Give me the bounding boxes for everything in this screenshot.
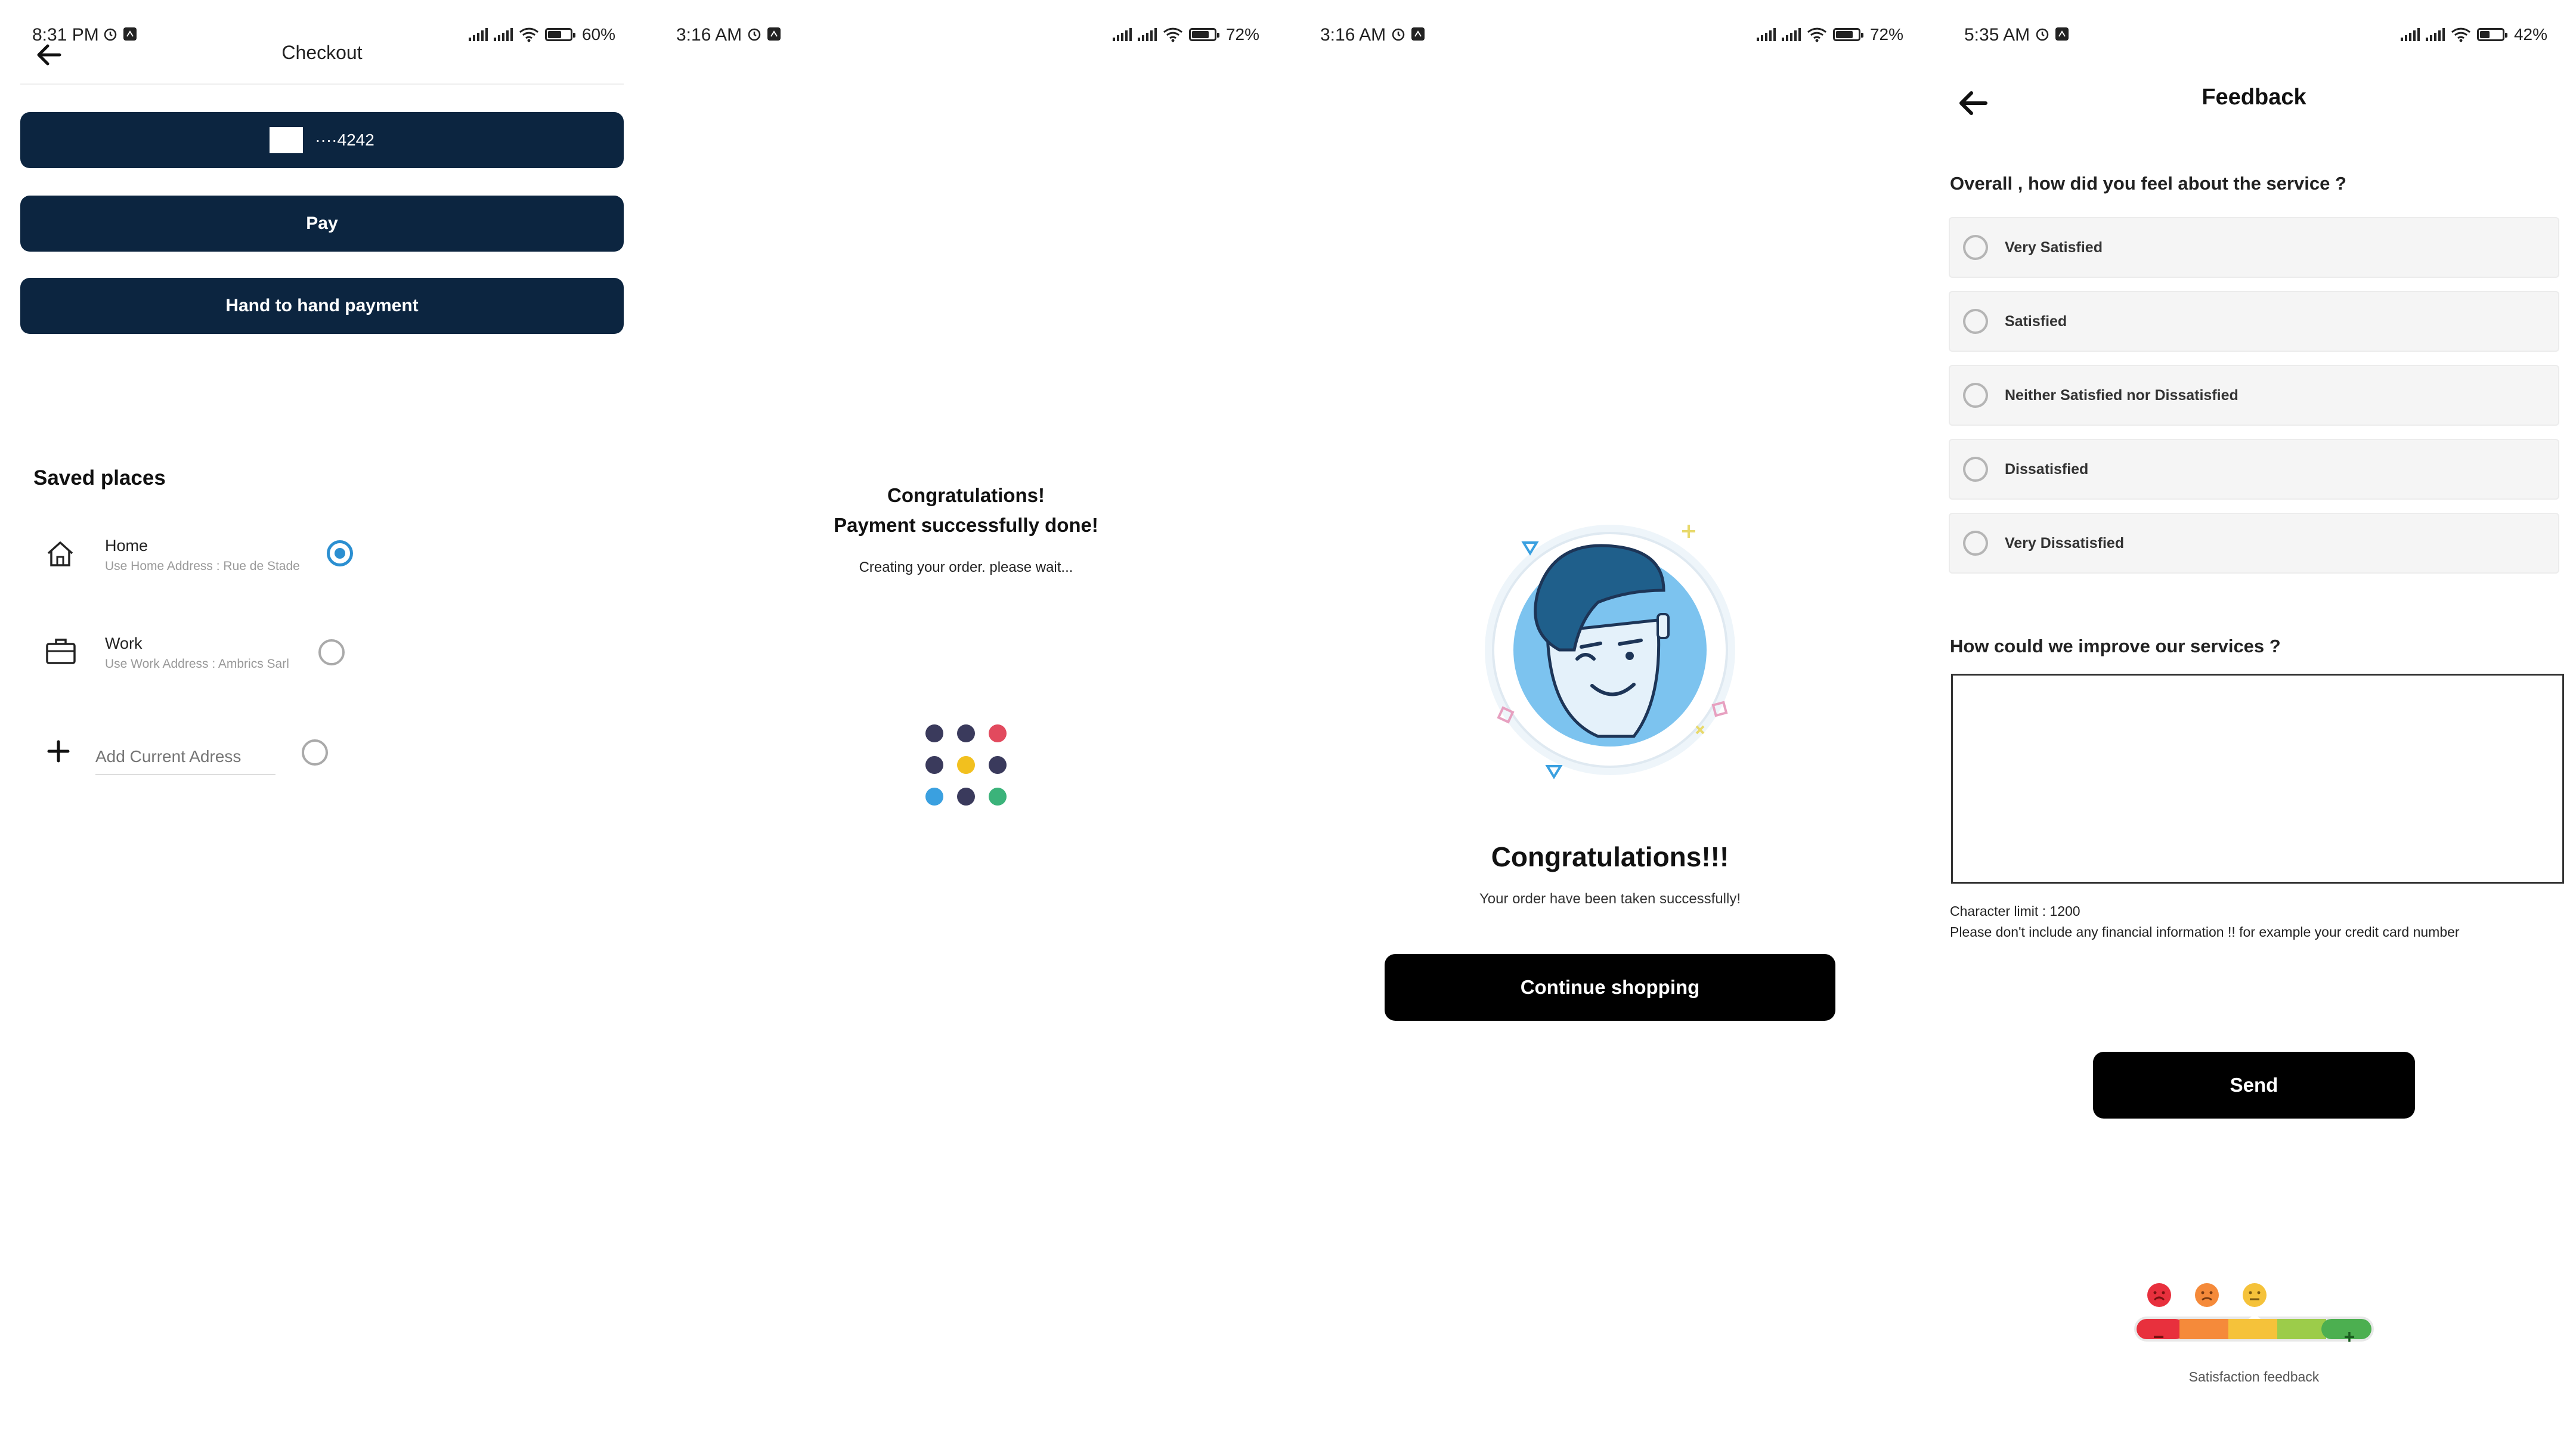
payment-processing-screen: 3:16 AM 72% Congratulations! Payment suc… (644, 0, 1288, 1431)
app-notification-icon (767, 27, 781, 41)
option-radio[interactable] (1963, 383, 1988, 408)
character-limit: Character limit : 1200 (1950, 903, 2080, 919)
continue-shopping-button[interactable]: Continue shopping (1385, 954, 1835, 1021)
checkout-screen: 8:31 PM 60% Checkout ····4242 Pay Hand t… (0, 0, 644, 1431)
plus-icon[interactable] (47, 739, 70, 763)
pay-button[interactable]: Pay (20, 196, 624, 252)
battery-icon (2476, 28, 2507, 41)
wifi-icon (2451, 27, 2470, 42)
improvement-textarea[interactable] (1951, 674, 2564, 884)
saved-places-title: Saved places (33, 466, 166, 490)
option-label: Neither Satisfied nor Dissatisfied (2005, 386, 2238, 404)
alarm-icon (2036, 28, 2049, 41)
processing-subtitle: Creating your order. please wait... (859, 559, 1073, 575)
option-radio[interactable] (1963, 235, 1988, 260)
battery-percent: 72% (1225, 25, 1259, 44)
option-label: Satisfied (2005, 312, 2067, 330)
signal-icon (1112, 28, 1132, 41)
app-notification-icon (1411, 27, 1425, 41)
place-name: Work (105, 634, 143, 652)
signal-icon (468, 28, 488, 41)
alarm-icon (104, 28, 117, 41)
page-title: Checkout (281, 42, 363, 63)
meter-minus-icon: − (2153, 1326, 2165, 1348)
option-label: Dissatisfied (2005, 460, 2089, 478)
header-divider (20, 83, 624, 85)
signal-icon (1781, 28, 1801, 41)
option-satisfied[interactable]: Satisfied (1949, 291, 2559, 352)
improvement-question: How could we improve our services ? (1950, 636, 2281, 656)
status-notification-icons (2035, 26, 2069, 42)
option-radio[interactable] (1963, 531, 1988, 556)
status-right: 72% (1112, 25, 1259, 44)
status-time: 3:16 AM (1320, 25, 1386, 45)
status-time: 3:16 AM (676, 25, 742, 45)
place-address: Use Work Address : Ambrics Sarl (105, 657, 289, 671)
option-label: Very Satisfied (2005, 238, 2103, 256)
order-success-screen: 3:16 AM 72% Congratulations!!! Your orde… (1288, 0, 1932, 1431)
battery-percent: 42% (2513, 25, 2547, 44)
battery-icon (1188, 28, 1219, 41)
financial-info-warning: Please don't include any financial infor… (1950, 924, 2460, 940)
payment-success-message: Congratulations! Payment successfully do… (644, 481, 1288, 540)
signal-icon (1137, 28, 1157, 41)
service-question: Overall , how did you feel about the ser… (1950, 173, 2346, 194)
meter-caption: Satisfaction feedback (2188, 1369, 2320, 1384)
option-very-dissatisfied[interactable]: Very Dissatisfied (1949, 513, 2559, 574)
status-notification-icons (103, 26, 137, 42)
send-button[interactable]: Send (2093, 1052, 2415, 1119)
congrats-line: Congratulations! (887, 484, 1045, 506)
battery-icon (1832, 28, 1863, 41)
option-neutral[interactable]: Neither Satisfied nor Dissatisfied (1949, 365, 2559, 426)
place-name: Home (105, 537, 148, 555)
briefcase-icon (46, 639, 76, 664)
payment-done-line: Payment successfully done! (834, 514, 1098, 536)
status-notification-icons (1391, 26, 1425, 42)
status-right: 72% (1756, 25, 1903, 44)
status-notification-icons (747, 26, 781, 42)
option-very-satisfied[interactable]: Very Satisfied (1949, 217, 2559, 278)
status-time: 5:35 AM (1964, 25, 2030, 45)
option-radio[interactable] (1963, 309, 1988, 334)
happy-avatar-illustration (1485, 525, 1735, 779)
wifi-icon (519, 27, 538, 42)
option-label: Very Dissatisfied (2005, 534, 2125, 552)
place-address: Use Home Address : Rue de Stade (105, 559, 300, 573)
saved-place-work[interactable]: Work Use Work Address : Ambrics Sarl (33, 622, 367, 688)
wifi-icon (1807, 27, 1826, 42)
app-notification-icon (123, 27, 137, 41)
add-current-address-input[interactable] (95, 739, 275, 775)
battery-icon (544, 28, 575, 41)
loading-dots-icon (925, 724, 1007, 806)
current-address-radio[interactable] (302, 739, 328, 766)
option-dissatisfied[interactable]: Dissatisfied (1949, 439, 2559, 500)
work-radio[interactable] (318, 639, 345, 665)
app-notification-icon (2055, 27, 2069, 41)
saved-place-home[interactable]: Home Use Home Address : Rue de Stade (33, 525, 367, 590)
meter-plus-icon: + (2343, 1326, 2355, 1348)
signal-icon (2400, 28, 2420, 41)
signal-icon (2425, 28, 2445, 41)
home-icon (47, 541, 73, 566)
status-right: 42% (2400, 25, 2547, 44)
signal-icon (493, 28, 513, 41)
success-title: Congratulations!!! (1491, 841, 1729, 872)
card-brand-icon (270, 127, 304, 153)
alarm-icon (1392, 28, 1405, 41)
wifi-icon (1163, 27, 1182, 42)
card-number: ····4242 (315, 131, 374, 149)
home-radio[interactable] (327, 540, 353, 566)
option-radio[interactable] (1963, 457, 1988, 482)
saved-card-button[interactable]: ····4242 (20, 112, 624, 168)
success-subtitle: Your order have been taken successfully! (1479, 891, 1741, 907)
alarm-icon (748, 28, 761, 41)
feedback-screen: 5:35 AM 42% Feedback Overall , how did y… (1932, 0, 2576, 1431)
hand-to-hand-payment-button[interactable]: Hand to hand payment (20, 278, 624, 334)
signal-icon (1756, 28, 1776, 41)
battery-percent: 72% (1869, 25, 1903, 44)
page-title: Feedback (2202, 85, 2306, 110)
